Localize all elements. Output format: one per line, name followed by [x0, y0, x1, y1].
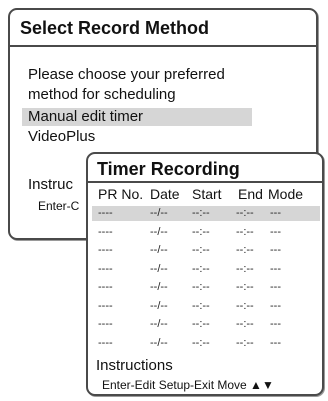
- date-cell: --/--: [150, 244, 168, 256]
- pr-no-cell: ----: [98, 244, 113, 256]
- dialog-title: Select Record Method: [20, 18, 210, 38]
- end-cell: --:--: [236, 225, 254, 238]
- start-cell: --:--: [192, 262, 210, 275]
- start-cell: --:--: [192, 318, 210, 330]
- mode-cell: ---: [270, 281, 281, 293]
- mode-cell: ---: [270, 207, 281, 219]
- start-cell: --:--: [192, 225, 210, 238]
- timer-row[interactable]: ---- --/-- --:-- --:-- ---: [92, 262, 320, 277]
- column-header-pr-no: PR No.: [98, 186, 144, 202]
- timer-row[interactable]: ---- --/-- --:-- --:-- ---: [92, 280, 320, 295]
- instructions-label: Instructions: [96, 357, 173, 374]
- date-cell: --/--: [150, 281, 168, 293]
- end-cell: --:--: [236, 336, 254, 349]
- pr-no-cell: ----: [98, 281, 113, 293]
- column-header-date: Date: [150, 186, 180, 202]
- timer-row[interactable]: ---- --/-- --:-- --:-- ---: [92, 299, 320, 314]
- instructions-keys: Enter-Edit Setup-Exit Move ▲▼: [102, 378, 274, 392]
- pr-no-cell: ----: [98, 225, 113, 238]
- title-divider: [88, 181, 322, 183]
- start-cell: --:--: [192, 281, 210, 293]
- end-cell: --:--: [236, 262, 254, 275]
- end-cell: --:--: [236, 318, 254, 330]
- end-cell: --:--: [236, 244, 254, 256]
- date-cell: --/--: [150, 299, 168, 312]
- start-cell: --:--: [192, 244, 210, 256]
- pr-no-cell: ----: [98, 207, 113, 219]
- end-cell: --:--: [236, 299, 254, 312]
- date-cell: --/--: [150, 225, 168, 238]
- mode-cell: ---: [270, 299, 281, 312]
- column-header-end: End: [238, 186, 263, 202]
- option-manual-edit-timer[interactable]: Manual edit timer: [22, 108, 252, 126]
- end-cell: --:--: [236, 207, 254, 219]
- timer-row[interactable]: ---- --/-- --:-- --:-- ---: [92, 225, 320, 240]
- start-cell: --:--: [192, 207, 210, 219]
- timer-row[interactable]: ---- --/-- --:-- --:-- ---: [92, 317, 320, 332]
- timer-row[interactable]: ---- --/-- --:-- --:-- ---: [92, 206, 320, 221]
- mode-cell: ---: [270, 336, 281, 349]
- message-line-2: method for scheduling: [28, 86, 176, 103]
- date-cell: --/--: [150, 336, 168, 349]
- timer-recording-dialog: Timer Recording PR No. Date Start End Mo…: [86, 152, 324, 396]
- mode-cell: ---: [270, 225, 281, 238]
- mode-cell: ---: [270, 244, 281, 256]
- timer-row[interactable]: ---- --/-- --:-- --:-- ---: [92, 336, 320, 351]
- timer-row[interactable]: ---- --/-- --:-- --:-- ---: [92, 243, 320, 258]
- instructions-label: Instruc: [28, 176, 74, 193]
- pr-no-cell: ----: [98, 299, 113, 312]
- start-cell: --:--: [192, 336, 210, 349]
- dialog-title: Timer Recording: [97, 159, 240, 179]
- date-cell: --/--: [150, 207, 168, 219]
- message-line-1: Please choose your preferred: [28, 66, 225, 83]
- column-header-mode: Mode: [268, 186, 304, 202]
- mode-cell: ---: [270, 262, 281, 275]
- start-cell: --:--: [192, 299, 210, 312]
- mode-cell: ---: [270, 318, 281, 330]
- column-header-start: Start: [192, 186, 222, 202]
- date-cell: --/--: [150, 318, 168, 330]
- option-videoplus[interactable]: VideoPlus: [28, 128, 95, 146]
- date-cell: --/--: [150, 262, 168, 275]
- title-divider: [10, 45, 316, 47]
- instructions-keys: Enter-C: [38, 199, 80, 213]
- pr-no-cell: ----: [98, 318, 113, 330]
- pr-no-cell: ----: [98, 262, 113, 275]
- end-cell: --:--: [236, 281, 254, 293]
- pr-no-cell: ----: [98, 336, 113, 349]
